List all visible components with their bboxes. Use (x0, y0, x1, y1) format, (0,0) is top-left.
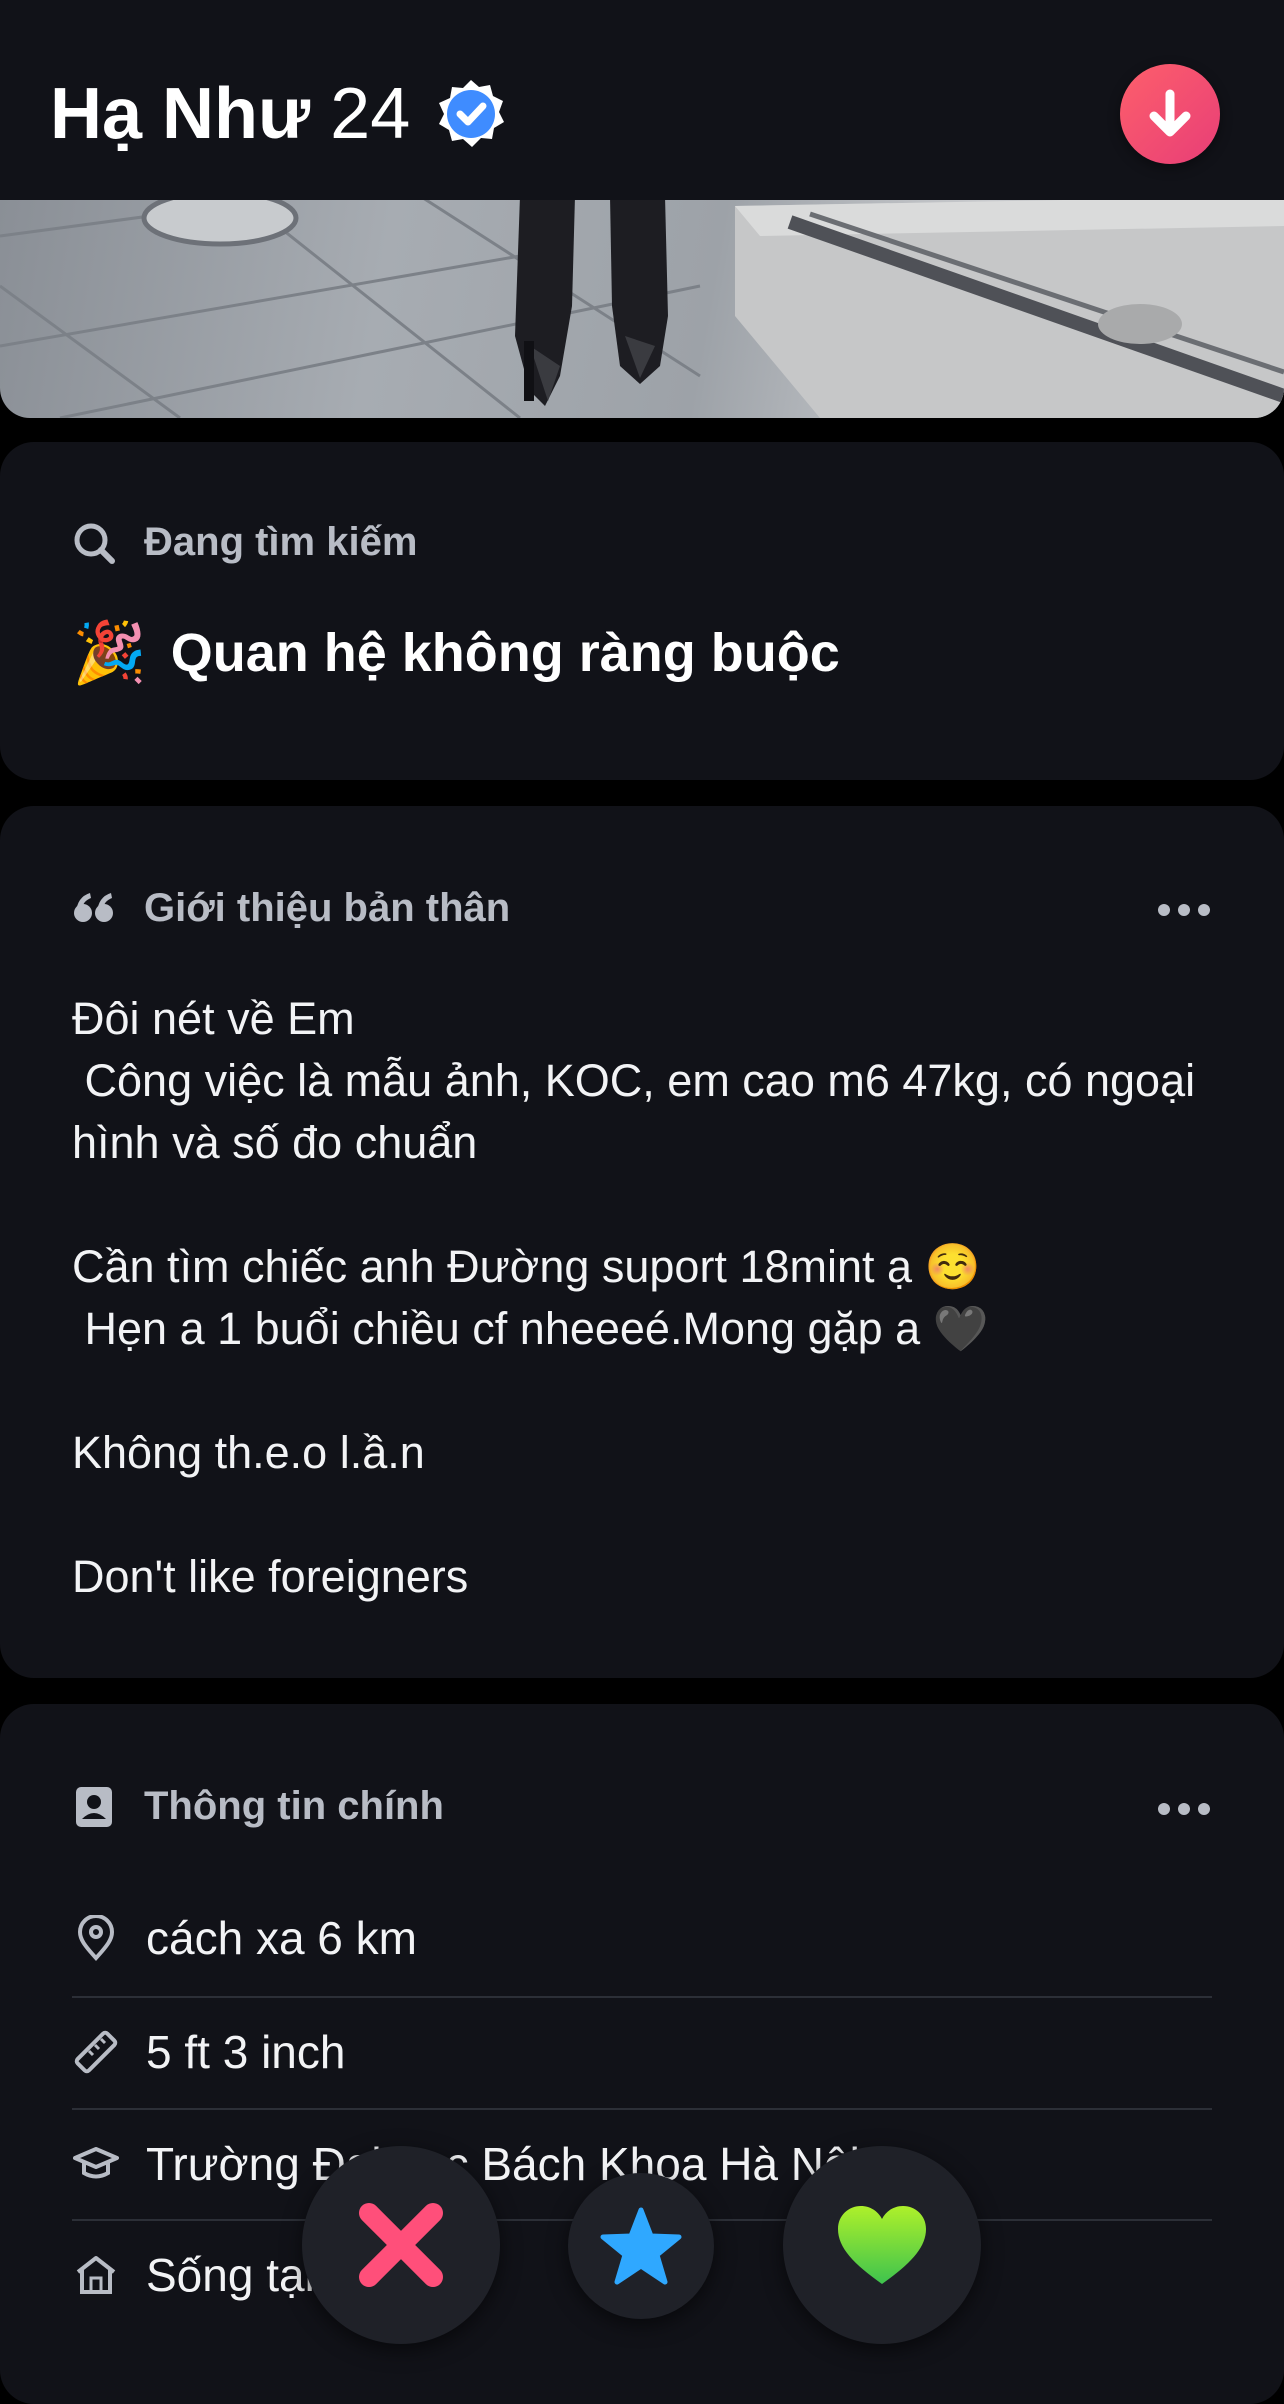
party-popper-icon: 🎉 (72, 619, 147, 686)
looking-for-card (0, 442, 1284, 780)
basics-row-text: Trường Đại học Bách Khoa Hà Nội (146, 2138, 860, 2190)
profile-title: Hạ Như 24 (50, 72, 508, 156)
profile-age: 24 (330, 74, 411, 154)
nope-button[interactable] (302, 2146, 500, 2344)
collapse-profile-button[interactable] (1120, 64, 1220, 164)
bio-header: Giới thiệu bản thân (72, 886, 510, 931)
profile-header: Hạ Như 24 (0, 0, 1284, 200)
looking-for-header: Đang tìm kiếm (72, 520, 417, 565)
looking-for-text: Quan hệ không ràng buộc (170, 623, 840, 683)
basics-label: Thông tin chính (144, 1784, 444, 1828)
nope-x-icon (359, 2203, 443, 2287)
bio-label: Giới thiệu bản thân (144, 886, 511, 930)
ruler-icon (72, 2029, 120, 2075)
basics-row-text: Sống tại (146, 2249, 315, 2301)
like-button[interactable] (783, 2146, 981, 2344)
home-icon (72, 2254, 120, 2296)
star-icon (600, 2207, 682, 2285)
arrow-down-icon (1149, 89, 1191, 137)
search-icon (74, 523, 115, 564)
basics-row-distance: cách xa 6 km (72, 1883, 1212, 1993)
photo-content (0, 196, 1284, 418)
super-like-button[interactable] (568, 2173, 714, 2319)
bio-text: Đôi nét về Em Công việc là mẫu ảnh, KOC,… (72, 993, 1196, 1602)
profile-photo[interactable] (0, 196, 1284, 418)
profile-name: Hạ Như (50, 74, 311, 154)
location-pin-icon (72, 1915, 120, 1961)
heart-icon (838, 2206, 926, 2284)
graduation-cap-icon (72, 2144, 120, 2184)
bio-more-icon[interactable] (1158, 903, 1210, 917)
basics-row-text: 5 ft 3 inch (146, 2026, 346, 2078)
looking-for-label: Đang tìm kiếm (144, 520, 418, 564)
looking-for-value: 🎉 Quan hệ không ràng buộc (72, 622, 840, 684)
id-card-icon (76, 1786, 112, 1827)
basics-row-height: 5 ft 3 inch (72, 1997, 1212, 2107)
basics-row-text: cách xa 6 km (146, 1912, 417, 1964)
basics-header: Thông tin chính (72, 1784, 444, 1829)
quote-icon (74, 892, 113, 922)
verified-badge-icon (434, 77, 508, 151)
basics-more-icon[interactable] (1158, 1802, 1210, 1816)
